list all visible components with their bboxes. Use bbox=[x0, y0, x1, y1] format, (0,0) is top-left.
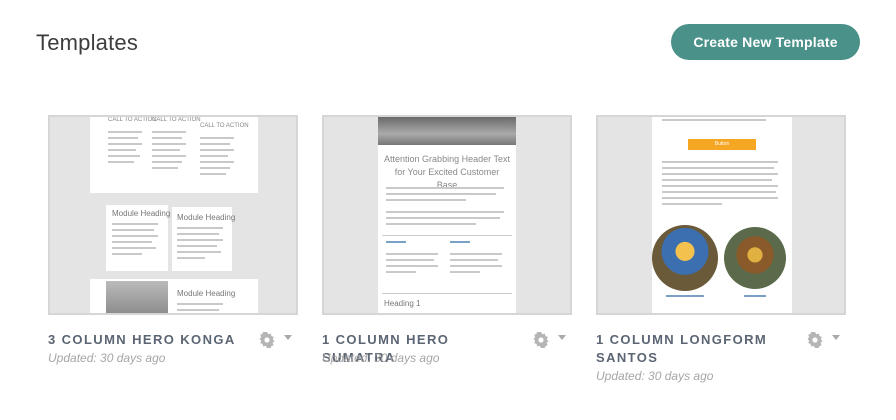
template-name[interactable]: 1 COLUMN LONGFORM SANTOS bbox=[596, 331, 801, 367]
page-title: Templates bbox=[36, 30, 139, 55]
updated-text: Updated: 30 days ago bbox=[596, 369, 714, 383]
template-thumbnail[interactable]: Button bbox=[596, 115, 846, 315]
module-heading: Module Heading bbox=[177, 289, 236, 298]
preview-photo bbox=[652, 225, 718, 291]
template-card[interactable]: CALL TO ACTION CALL TO ACTION CALL TO AC… bbox=[48, 115, 298, 365]
cta-label: CALL TO ACTION bbox=[200, 123, 249, 129]
chevron-down-icon[interactable] bbox=[284, 335, 292, 340]
gear-icon[interactable] bbox=[259, 332, 275, 348]
gear-icon[interactable] bbox=[533, 332, 549, 348]
updated-text: Updated: 30 days ago bbox=[322, 351, 440, 365]
hero-image bbox=[378, 117, 516, 145]
gear-icon[interactable] bbox=[807, 332, 823, 348]
module-heading: Module Heading bbox=[112, 209, 171, 218]
module-heading: Module Heading bbox=[177, 213, 236, 222]
cta-label: CALL TO ACTION bbox=[152, 117, 201, 123]
preview-button: Button bbox=[688, 139, 756, 150]
template-name[interactable]: 3 COLUMN HERO KONGA bbox=[48, 331, 253, 349]
template-card[interactable]: Attention Grabbing Header Text for Your … bbox=[322, 115, 572, 365]
cta-label: CALL TO ACTION bbox=[108, 117, 157, 123]
preview-photo bbox=[724, 227, 786, 289]
template-thumbnail[interactable]: CALL TO ACTION CALL TO ACTION CALL TO AC… bbox=[48, 115, 298, 315]
preview-heading: Heading 1 bbox=[384, 299, 421, 308]
updated-text: Updated: 30 days ago bbox=[48, 351, 166, 365]
template-thumbnail[interactable]: Attention Grabbing Header Text for Your … bbox=[322, 115, 572, 315]
chevron-down-icon[interactable] bbox=[558, 335, 566, 340]
create-new-template-button[interactable]: Create New Template bbox=[671, 24, 860, 60]
chevron-down-icon[interactable] bbox=[832, 335, 840, 340]
template-card[interactable]: Button 1 COLUMN LONGFORM SANTOS Updated:… bbox=[596, 115, 846, 383]
